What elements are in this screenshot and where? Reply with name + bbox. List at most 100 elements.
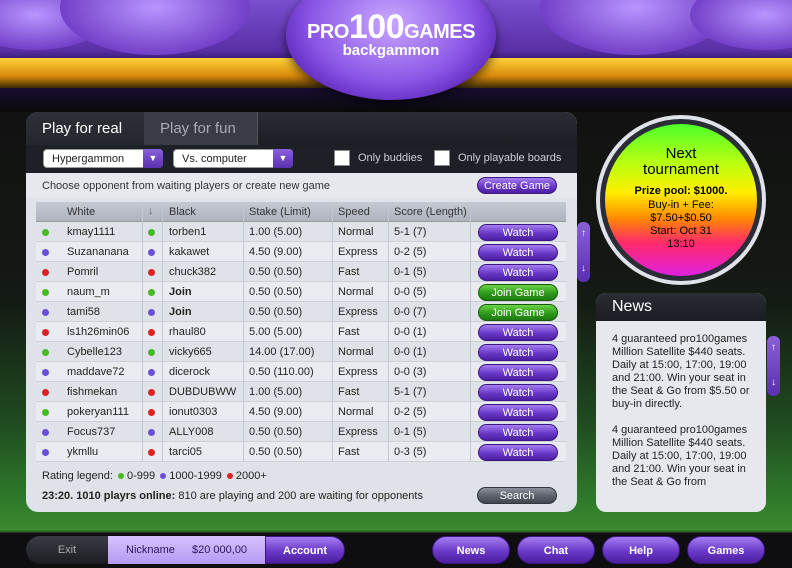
watch-button[interactable]: Watch <box>478 344 558 361</box>
rating-dot <box>148 349 155 356</box>
chat-button[interactable]: Chat <box>517 536 595 564</box>
rating-dot <box>148 369 155 376</box>
column-divider <box>470 222 471 242</box>
black-player: chuck382 <box>169 266 217 278</box>
account-button[interactable]: Account <box>265 536 345 564</box>
column-divider <box>470 382 471 402</box>
score: 0-0 (3) <box>394 366 427 378</box>
tab-play-for-real[interactable]: Play for real <box>26 112 144 145</box>
column-divider <box>332 282 333 302</box>
score: 5-1 (7) <box>394 386 427 398</box>
table-row[interactable]: naum_m Join 0.50 (0.50) Normal 0-0 (5) Join G… <box>36 282 566 302</box>
table-row[interactable]: pokeryan111 ionut0303 4.50 (9.00) Normal 0-2… <box>36 402 566 422</box>
games-button[interactable]: Games <box>687 536 765 564</box>
rating-dot <box>148 449 155 456</box>
black-player: ionut0303 <box>169 406 218 418</box>
table-row[interactable]: Focus737 ALLY008 0.50 (0.50) Express 0-1 (5)… <box>36 422 566 442</box>
table-row[interactable]: Pomril chuck382 0.50 (0.50) Fast 0-1 (5) Watc… <box>36 262 566 282</box>
column-divider <box>388 242 389 262</box>
create-game-button[interactable]: Create Game <box>477 177 557 194</box>
table-scrollbar[interactable]: ↑ ↓ <box>577 222 590 282</box>
column-divider <box>332 362 333 382</box>
column-divider <box>142 322 143 342</box>
speed: Express <box>338 426 378 438</box>
table-row[interactable]: Suzananana kakawet 4.50 (9.00) Express 0-2 (… <box>36 242 566 262</box>
rating-dot <box>42 269 49 276</box>
watch-button[interactable]: Watch <box>478 404 558 421</box>
column-divider <box>470 362 471 382</box>
join-link[interactable]: Join <box>169 306 192 318</box>
table-row[interactable]: kmay1111 torben1 1.00 (5.00) Normal 5-1 (7) W… <box>36 222 566 242</box>
col-stake[interactable]: Stake (Limit) <box>249 206 311 218</box>
help-button[interactable]: Help <box>602 536 680 564</box>
scroll-down-icon[interactable]: ↓ <box>577 263 590 274</box>
news-scrollbar[interactable]: ↑ ↓ <box>767 336 780 396</box>
next-tournament-badge[interactable]: Next tournament Prize pool: $1000. Buy-in… <box>596 115 766 285</box>
search-button[interactable]: Search <box>477 487 557 504</box>
column-divider <box>243 422 244 442</box>
column-divider <box>162 242 163 262</box>
table-row[interactable]: ls1h26min06 rhaul80 5.00 (5.00) Fast 0-0 (1)… <box>36 322 566 342</box>
join-link[interactable]: Join <box>169 286 192 298</box>
opponent-select[interactable]: Vs. computer ▼ <box>173 149 293 168</box>
watch-button[interactable]: Watch <box>478 424 558 441</box>
table-row[interactable]: Cybelle123 vicky665 14.00 (17.00) Normal 0-0… <box>36 342 566 362</box>
sort-arrow-icon[interactable]: ↓ <box>148 205 154 217</box>
stake: 0.50 (0.50) <box>249 446 303 458</box>
watch-button[interactable]: Watch <box>478 324 558 341</box>
watch-button[interactable]: Watch <box>478 364 558 381</box>
watch-button[interactable]: Watch <box>478 264 558 281</box>
variant-select[interactable]: Hypergammon ▼ <box>43 149 163 168</box>
column-divider <box>332 262 333 282</box>
column-divider <box>470 442 471 462</box>
tab-play-for-fun[interactable]: Play for fun <box>144 112 258 145</box>
scroll-up-icon[interactable]: ↑ <box>767 342 780 353</box>
rating-dot <box>42 289 49 296</box>
column-divider <box>162 422 163 442</box>
speed: Express <box>338 366 378 378</box>
only-buddies-checkbox[interactable] <box>334 150 350 166</box>
action-bar: Choose opponent from waiting players or … <box>26 173 577 198</box>
scroll-down-icon[interactable]: ↓ <box>767 377 780 388</box>
tournament-time: 13:10 <box>667 238 695 250</box>
col-speed[interactable]: Speed <box>338 206 370 218</box>
rating-dot <box>42 389 49 396</box>
news-title: News <box>596 293 766 321</box>
column-divider <box>388 262 389 282</box>
table-row[interactable]: fishmekan DUBDUBWW 1.00 (5.00) Fast 5-1 (7) W… <box>36 382 566 402</box>
col-white[interactable]: White <box>67 206 95 218</box>
white-player: fishmekan <box>67 386 118 398</box>
join-game-button[interactable]: Join Game <box>478 304 558 321</box>
watch-button[interactable]: Watch <box>478 244 558 261</box>
black-player: ALLY008 <box>169 426 214 438</box>
column-divider <box>142 422 143 442</box>
rating-dot-red <box>226 473 233 479</box>
speed: Fast <box>338 326 360 338</box>
rating-dot <box>42 409 49 416</box>
column-divider <box>388 342 389 362</box>
table-row[interactable]: maddave72 dicerock 0.50 (110.00) Express 0-0… <box>36 362 566 382</box>
column-divider <box>142 222 143 242</box>
column-divider <box>243 222 244 242</box>
column-divider <box>388 282 389 302</box>
watch-button[interactable]: Watch <box>478 384 558 401</box>
only-playable-checkbox[interactable] <box>434 150 450 166</box>
instruction-text: Choose opponent from waiting players or … <box>42 180 330 192</box>
table-row[interactable]: tami58 Join 0.50 (0.50) Express 0-0 (7) Join … <box>36 302 566 322</box>
black-player: torben1 <box>169 226 207 238</box>
exit-button[interactable]: Exit <box>26 536 108 564</box>
rating-dot <box>148 429 155 436</box>
col-score[interactable]: Score (Length) <box>394 206 467 218</box>
rating-dot <box>148 229 155 236</box>
news-button[interactable]: News <box>432 536 510 564</box>
watch-button[interactable]: Watch <box>478 224 558 241</box>
col-black[interactable]: Black <box>169 206 196 218</box>
join-game-button[interactable]: Join Game <box>478 284 558 301</box>
watch-button[interactable]: Watch <box>478 444 558 461</box>
only-playable-label: Only playable boards <box>458 152 562 164</box>
scroll-up-icon[interactable]: ↑ <box>577 228 590 239</box>
black-player: tarci05 <box>169 446 203 458</box>
table-row[interactable]: ykmllu tarci05 0.50 (0.50) Fast 0-3 (5) Watch <box>36 442 566 462</box>
rating-dot <box>148 269 155 276</box>
column-divider <box>470 422 471 442</box>
